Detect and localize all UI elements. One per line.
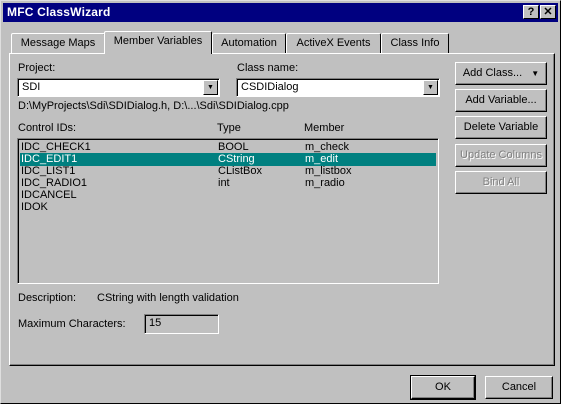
class-name-value: CSDIDialog bbox=[241, 81, 299, 93]
title-bar[interactable]: MFC ClassWizard ? ✕ bbox=[3, 3, 558, 22]
chevron-down-icon: ▼ bbox=[531, 69, 540, 78]
add-class-button[interactable]: Add Class... ▼ bbox=[455, 62, 547, 85]
chevron-down-icon[interactable]: ▼ bbox=[423, 80, 438, 95]
row-id: IDOK bbox=[21, 201, 48, 213]
description-value: CString with length validation bbox=[97, 292, 239, 304]
close-button[interactable]: ✕ bbox=[540, 5, 556, 19]
delete-variable-button[interactable]: Delete Variable bbox=[455, 116, 547, 139]
project-combo[interactable]: SDI ▼ bbox=[17, 78, 220, 97]
chevron-down-icon[interactable]: ▼ bbox=[203, 80, 218, 95]
help-button[interactable]: ? bbox=[523, 5, 539, 19]
max-characters-value: 15 bbox=[149, 317, 162, 329]
col-header-control-ids: Control IDs: bbox=[18, 122, 77, 134]
help-icon: ? bbox=[527, 6, 535, 18]
tab-automation[interactable]: Automation bbox=[212, 33, 286, 53]
max-characters-field[interactable]: 15 bbox=[144, 314, 219, 334]
control-ids-list[interactable]: IDC_CHECK1 BOOL m_check IDC_EDIT1 CStrin… bbox=[17, 138, 439, 284]
col-header-type: Type bbox=[217, 122, 241, 134]
add-variable-label: Add Variable... bbox=[465, 94, 537, 106]
tab-label: Member Variables bbox=[113, 35, 203, 47]
cancel-label: Cancel bbox=[501, 381, 537, 393]
add-variable-button[interactable]: Add Variable... bbox=[455, 89, 547, 112]
list-row[interactable]: IDOK bbox=[20, 201, 436, 214]
update-columns-label: Update Columns bbox=[460, 149, 542, 161]
ok-button[interactable]: OK bbox=[410, 375, 476, 400]
delete-variable-label: Delete Variable bbox=[463, 121, 539, 133]
tab-label: ActiveX Events bbox=[296, 37, 371, 49]
class-name-combo[interactable]: CSDIDialog ▼ bbox=[236, 78, 440, 97]
max-characters-label: Maximum Characters: bbox=[18, 318, 126, 330]
col-header-member: Member bbox=[304, 122, 345, 134]
tab-label: Class Info bbox=[390, 37, 440, 49]
project-value: SDI bbox=[22, 81, 41, 93]
project-label: Project: bbox=[18, 62, 56, 74]
tab-member-variables[interactable]: Member Variables bbox=[104, 31, 212, 54]
tab-message-maps[interactable]: Message Maps bbox=[11, 33, 105, 53]
tab-label: Message Maps bbox=[20, 37, 96, 49]
classwizard-window: MFC ClassWizard ? ✕ Message Maps Member … bbox=[0, 0, 561, 404]
class-name-label: Class name: bbox=[237, 62, 299, 74]
bind-all-label: Bind All bbox=[482, 176, 520, 188]
description-label: Description: bbox=[18, 292, 77, 304]
ok-label: OK bbox=[435, 381, 451, 393]
bind-all-button[interactable]: Bind All bbox=[455, 171, 547, 194]
tab-activex-events[interactable]: ActiveX Events bbox=[286, 33, 381, 53]
tab-label: Automation bbox=[221, 37, 277, 49]
close-icon: ✕ bbox=[543, 6, 553, 18]
cancel-button[interactable]: Cancel bbox=[485, 376, 553, 399]
update-columns-button[interactable]: Update Columns bbox=[455, 144, 547, 167]
window-title: MFC ClassWizard bbox=[7, 5, 111, 19]
tab-class-info[interactable]: Class Info bbox=[381, 33, 449, 53]
add-class-label: Add Class... bbox=[462, 67, 523, 79]
file-path-text: D:\MyProjects\Sdi\SDIDialog.h, D:\...\Sd… bbox=[18, 100, 289, 112]
